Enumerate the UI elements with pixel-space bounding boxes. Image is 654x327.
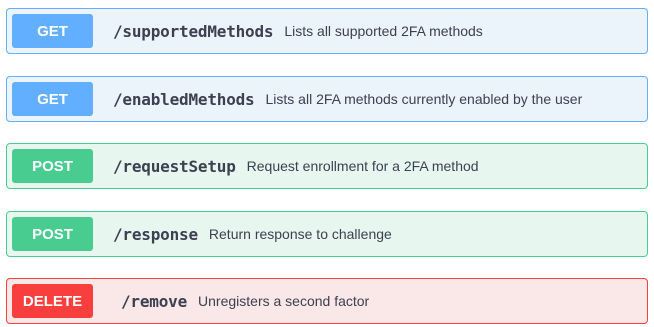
endpoint-path: /supportedMethods xyxy=(113,21,274,41)
operation-post-request-setup[interactable]: POST /requestSetup Request enrollment fo… xyxy=(6,143,648,189)
method-badge-get: GET xyxy=(12,82,93,116)
method-badge-delete: DELETE xyxy=(12,284,93,318)
endpoint-summary: Lists all supported 2FA methods xyxy=(284,23,483,39)
operation-get-enabled-methods[interactable]: GET /enabledMethods Lists all 2FA method… xyxy=(6,76,648,122)
endpoint-summary: Return response to challenge xyxy=(208,226,392,242)
operation-delete-remove[interactable]: DELETE /remove Unregisters a second fact… xyxy=(6,278,648,324)
method-badge-post: POST xyxy=(12,217,93,251)
endpoint-summary: Request enrollment for a 2FA method xyxy=(246,158,479,174)
endpoint-path: /remove xyxy=(121,291,188,311)
endpoint-path: /requestSetup xyxy=(113,156,236,176)
operation-get-supported-methods[interactable]: GET /supportedMethods Lists all supporte… xyxy=(6,8,648,54)
endpoint-path: /response xyxy=(113,224,198,244)
method-badge-get: GET xyxy=(12,14,93,48)
endpoint-path: /enabledMethods xyxy=(113,89,255,109)
endpoint-summary: Lists all 2FA methods currently enabled … xyxy=(265,91,583,107)
operation-post-response[interactable]: POST /response Return response to challe… xyxy=(6,211,648,257)
endpoint-summary: Unregisters a second factor xyxy=(198,293,370,309)
method-badge-post: POST xyxy=(12,149,93,183)
